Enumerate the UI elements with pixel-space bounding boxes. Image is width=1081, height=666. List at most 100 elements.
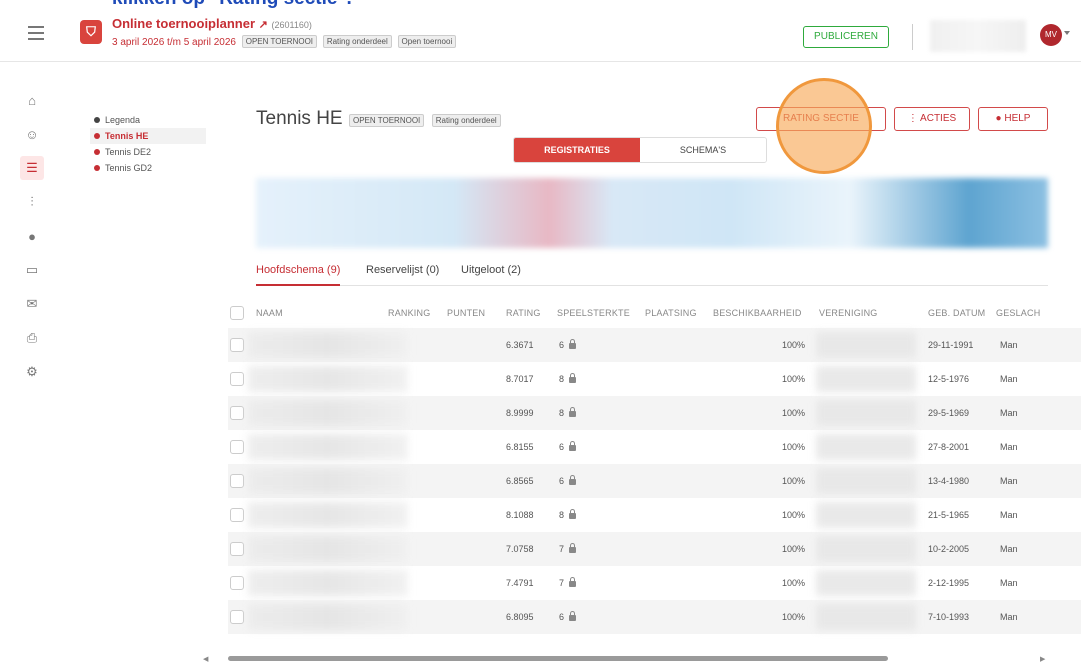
strength-cell: 6 [559,611,577,622]
top-bar: ⛉ Online toernooiplanner ↗ (2601160) 3 a… [0,12,1081,62]
avatar[interactable]: MV [1040,24,1062,46]
availability-value: 100% [782,408,806,418]
tab-reserve-list[interactable]: Reservelijst (0) [366,262,439,286]
page-title: Tennis HE [256,108,343,129]
strength-value: 7 [559,544,565,554]
club-redacted [816,604,916,630]
gender-value: Man [1000,408,1018,418]
row-checkbox[interactable] [230,474,244,488]
strength-value: 6 [559,476,565,486]
app-title: Online toernooiplanner ↗ (2601160) [112,16,312,31]
strength-value: 6 [559,340,565,350]
monitor-icon[interactable]: ▭ [20,258,44,282]
caption-bold: "Rating sectie". [210,0,352,9]
row-checkbox[interactable] [230,338,244,352]
table-row[interactable]: 6.8565 6 100% 13-4-1980 Man [228,464,1081,498]
col-ranking[interactable]: RANKING [388,308,430,318]
table-row[interactable]: 7.0758 7 100% 10-2-2005 Man [228,532,1081,566]
lock-icon [569,577,577,587]
strength-value: 8 [559,408,565,418]
rating-value: 8.9999 [506,408,534,418]
scroll-left-icon[interactable]: ◀ [203,655,208,663]
gender-value: Man [1000,340,1018,350]
row-checkbox[interactable] [230,576,244,590]
tag-open-tournament: OPEN TOERNOOI [241,35,318,48]
tab-drawn-out[interactable]: Uitgeloot (2) [461,262,521,286]
table-row[interactable]: 8.1088 8 100% 21-5-1965 Man [228,498,1081,532]
gender-value: Man [1000,510,1018,520]
event-dot-icon [94,149,100,155]
rating-value: 8.1088 [506,510,534,520]
dates-text: 3 april 2026 t/m 5 april 2026 [112,37,236,48]
instruction-caption: klikken op "Rating sectie". [112,0,352,10]
actions-button[interactable]: ⋮ ACTIES [894,107,970,131]
rating-value: 6.8565 [506,476,534,486]
col-club[interactable]: VERENIGING [819,308,878,318]
external-link-icon[interactable]: ↗ [259,19,268,31]
row-checkbox[interactable] [230,440,244,454]
col-strength[interactable]: SPEELSTERKTE [557,308,630,318]
name-redacted [248,536,408,562]
birthdate-value: 12-5-1976 [928,374,970,384]
table-row[interactable]: 6.3671 6 100% 29-11-1991 Man [228,328,1081,362]
settings-icon[interactable]: ⚙ [20,360,44,384]
publish-button[interactable]: PUBLICEREN [803,26,889,48]
birthdate-value: 29-5-1969 [928,408,970,418]
col-placement[interactable]: PLAATSING [645,308,697,318]
tab-main-draw[interactable]: Hoofdschema (9) [256,262,341,286]
legend-item-label: Tennis DE2 [105,147,152,157]
scroll-right-icon[interactable]: ▶ [1040,655,1045,663]
tab-schedules[interactable]: SCHEMA'S [640,138,766,162]
row-checkbox[interactable] [230,542,244,556]
club-redacted [816,502,916,528]
help-button[interactable]: ● HELP [978,107,1048,131]
users-icon[interactable]: ☺ [20,122,44,146]
shield-logo-icon: ⛉ [80,20,102,44]
table-row[interactable]: 6.8155 6 100% 27-8-2001 Man [228,430,1081,464]
legend-title[interactable]: Legenda [90,112,206,128]
lock-icon [569,441,577,451]
help-label: HELP [1004,113,1031,124]
globe-icon[interactable]: ● [20,224,44,248]
horizontal-scrollbar[interactable] [228,656,888,661]
col-name[interactable]: NAAM [256,308,283,318]
strength-cell: 8 [559,407,577,418]
col-points[interactable]: PUNTEN [447,308,485,318]
legend-item-tennis-de2[interactable]: Tennis DE2 [90,144,206,160]
chart-icon[interactable]: ⫶ [20,190,44,214]
availability-value: 100% [782,374,806,384]
birthdate-value: 29-11-1991 [928,340,974,350]
print-icon[interactable]: ⎙ [20,326,44,350]
select-all-checkbox[interactable] [230,306,244,320]
table-row[interactable]: 6.8095 6 100% 7-10-1993 Man [228,600,1081,634]
event-dot-icon [94,133,100,139]
row-checkbox[interactable] [230,406,244,420]
gender-value: Man [1000,442,1018,452]
availability-value: 100% [782,612,806,622]
chevron-down-icon[interactable] [1064,31,1070,35]
col-gender[interactable]: GESLACH [996,308,1040,318]
home-icon[interactable]: ⌂ [20,88,44,112]
menu-icon[interactable] [28,26,44,40]
legend-item-tennis-gd2[interactable]: Tennis GD2 [90,160,206,176]
table-row[interactable]: 7.4791 7 100% 2-12-1995 Man [228,566,1081,600]
birthdate-value: 21-5-1965 [928,510,970,520]
row-checkbox[interactable] [230,372,244,386]
row-checkbox[interactable] [230,508,244,522]
table-row[interactable]: 8.9999 8 100% 29-5-1969 Man [228,396,1081,430]
lock-icon [569,339,577,349]
divider [912,24,913,50]
col-availability[interactable]: BESCHIKBAARHEID [713,308,802,318]
lock-icon [569,543,577,553]
strength-cell: 6 [559,475,577,486]
table-row[interactable]: 8.7017 8 100% 12-5-1976 Man [228,362,1081,396]
mail-icon[interactable]: ✉ [20,292,44,316]
name-redacted [248,366,408,392]
availability-value: 100% [782,476,806,486]
legend-item-tennis-he[interactable]: Tennis HE [90,128,206,144]
col-rating[interactable]: RATING [506,308,541,318]
col-birthdate[interactable]: GEB. DATUM [928,308,985,318]
row-checkbox[interactable] [230,610,244,624]
list-icon[interactable]: ☰ [20,156,44,180]
tab-registrations[interactable]: REGISTRATIES [514,138,640,162]
